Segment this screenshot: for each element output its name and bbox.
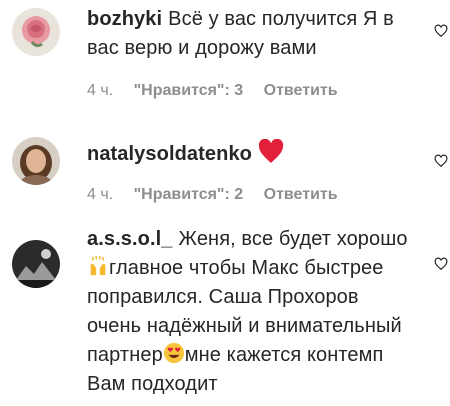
user-avatar[interactable] bbox=[12, 137, 60, 185]
comment-text: bozhyki Всё у вас получится Я в вас верю … bbox=[87, 5, 417, 63]
comment-time[interactable]: 4 ч. bbox=[87, 186, 113, 203]
comment-item: bozhyki Всё у вас получится Я в вас верю … bbox=[0, 0, 450, 120]
comment-text: a.s.s.o.l_ Женя, все будет хорошо главное… bbox=[87, 225, 417, 399]
rose-avatar-icon bbox=[12, 8, 60, 56]
raising-hands-emoji bbox=[90, 255, 106, 276]
user-avatar[interactable] bbox=[12, 240, 60, 288]
comment-item: a.s.s.o.l_ Женя, все будет хорошо главное… bbox=[0, 225, 450, 406]
red-heart-emoji bbox=[258, 139, 284, 163]
woman-avatar-icon bbox=[12, 137, 60, 185]
comment-meta: 4 ч. "Нравится": 3 Ответить bbox=[87, 82, 354, 100]
likes-count[interactable]: "Нравится": 2 bbox=[134, 186, 244, 203]
comment-time[interactable]: 4 ч. bbox=[87, 82, 113, 99]
likes-count[interactable]: "Нравится": 3 bbox=[134, 82, 244, 99]
comment-body-part1: Женя, все будет хорошо bbox=[178, 228, 408, 250]
dark-photo-avatar-icon bbox=[12, 240, 60, 288]
heart-outline-icon[interactable] bbox=[434, 257, 448, 271]
reply-button[interactable]: Ответить bbox=[264, 82, 338, 99]
comment-username[interactable]: a.s.s.o.l_ bbox=[87, 228, 173, 250]
comment-meta: 4 ч. "Нравится": 2 Ответить bbox=[87, 186, 354, 204]
comment-text: natalysoldatenko bbox=[87, 139, 417, 169]
comment-username[interactable]: bozhyki bbox=[87, 8, 162, 30]
user-avatar[interactable] bbox=[12, 8, 60, 56]
reply-button[interactable]: Ответить bbox=[264, 186, 338, 203]
comment-item: natalysoldatenko 4 ч. "Нравится": 2 Отве… bbox=[0, 130, 450, 220]
heart-eyes-emoji bbox=[163, 342, 184, 364]
heart-outline-icon[interactable] bbox=[434, 154, 448, 168]
comment-username[interactable]: natalysoldatenko bbox=[87, 143, 252, 165]
heart-outline-icon[interactable] bbox=[434, 24, 448, 38]
